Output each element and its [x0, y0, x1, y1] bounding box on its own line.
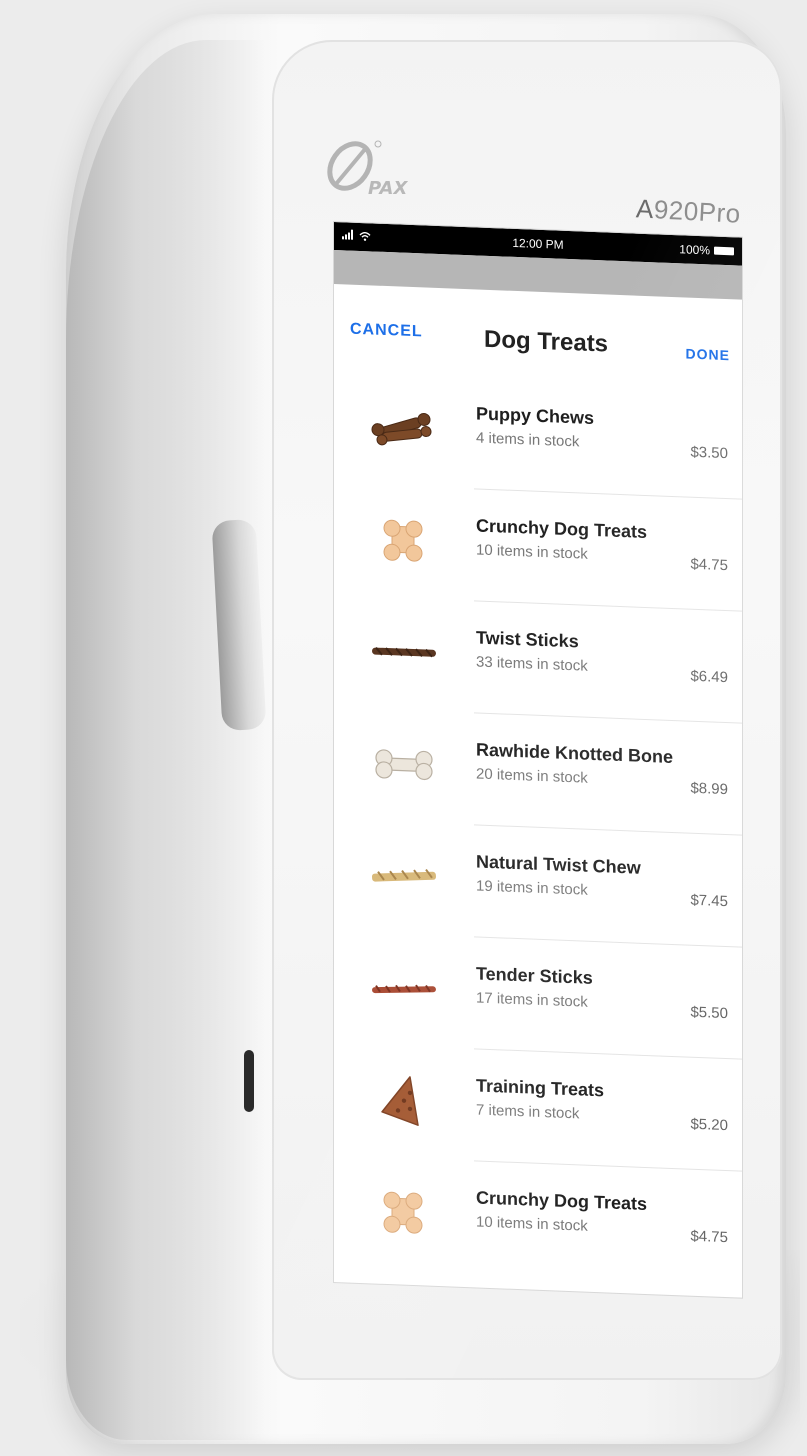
model-label: A920Pro	[635, 193, 741, 229]
list-item[interactable]: Crunchy Dog Treats 10 items in stock $4.…	[334, 484, 742, 612]
item-stock: 4 items in stock	[476, 429, 580, 451]
item-name: Tender Sticks	[476, 963, 593, 988]
tender-sticks-thumbnail	[368, 959, 440, 1018]
battery-icon	[714, 246, 734, 256]
terminal-side-edge	[66, 40, 266, 1440]
list-item[interactable]: Tender Sticks 17 items in stock $5.50	[334, 932, 742, 1060]
item-name: Crunchy Dog Treats	[476, 1187, 648, 1215]
rawhide-knotted-bone-thumbnail	[368, 735, 440, 794]
item-name: Rawhide Knotted Bone	[476, 739, 673, 768]
item-stock: 19 items in stock	[476, 877, 588, 899]
item-price: $3.50	[690, 443, 728, 463]
nav-bar: CANCEL Dog Treats DONE	[334, 284, 742, 388]
item-price: $7.45	[690, 891, 728, 911]
item-price: $6.49	[690, 667, 728, 687]
item-stock: 20 items in stock	[476, 765, 588, 787]
item-price: $8.99	[690, 779, 728, 799]
cancel-button[interactable]: CANCEL	[350, 321, 423, 342]
page-title: Dog Treats	[484, 325, 609, 358]
puppy-chews-thumbnail	[368, 399, 440, 458]
item-name: Puppy Chews	[476, 403, 595, 428]
item-name: Crunchy Dog Treats	[476, 515, 648, 543]
training-treats-thumbnail	[368, 1071, 440, 1130]
item-stock: 33 items in stock	[476, 653, 588, 675]
natural-twist-chew-thumbnail	[368, 847, 440, 906]
item-name: Natural Twist Chew	[476, 851, 641, 878]
item-stock: 17 items in stock	[476, 989, 588, 1011]
item-stock: 7 items in stock	[476, 1101, 580, 1123]
battery-percent: 100%	[679, 242, 710, 258]
list-item[interactable]: Rawhide Knotted Bone 20 items in stock $…	[334, 708, 742, 836]
list-item[interactable]: Training Treats 7 items in stock $5.20	[334, 1044, 742, 1172]
item-price: $5.20	[690, 1115, 728, 1135]
item-price: $4.75	[690, 555, 728, 575]
pax-logo: PAX	[322, 140, 432, 200]
model-suffix: 920Pro	[653, 194, 742, 229]
crunchy-dog-treats-thumbnail	[368, 1183, 440, 1242]
item-price: $5.50	[690, 1003, 728, 1023]
usb-port	[244, 1050, 254, 1112]
item-name: Training Treats	[476, 1075, 605, 1101]
twist-sticks-thumbnail	[368, 623, 440, 682]
model-prefix: A	[635, 193, 655, 225]
item-price: $4.75	[690, 1227, 728, 1247]
list-item[interactable]: Crunchy Dog Treats 10 items in stock $4.…	[334, 1156, 742, 1284]
item-stock: 10 items in stock	[476, 1213, 588, 1235]
list-item[interactable]: Twist Sticks 33 items in stock $6.49	[334, 596, 742, 724]
screen: 12:00 PM 100% CANCEL Dog Treats DONE Pup…	[334, 222, 742, 1298]
item-name: Twist Sticks	[476, 627, 579, 652]
list-item[interactable]: Natural Twist Chew 19 items in stock $7.…	[334, 820, 742, 948]
list-item[interactable]: Puppy Chews 4 items in stock $3.50	[334, 372, 742, 500]
done-button[interactable]: DONE	[686, 346, 730, 364]
item-stock: 10 items in stock	[476, 541, 588, 563]
item-list: Puppy Chews 4 items in stock $3.50 Crunc…	[334, 372, 742, 1284]
crunchy-dog-treats-thumbnail	[368, 511, 440, 570]
svg-text:PAX: PAX	[368, 178, 408, 199]
